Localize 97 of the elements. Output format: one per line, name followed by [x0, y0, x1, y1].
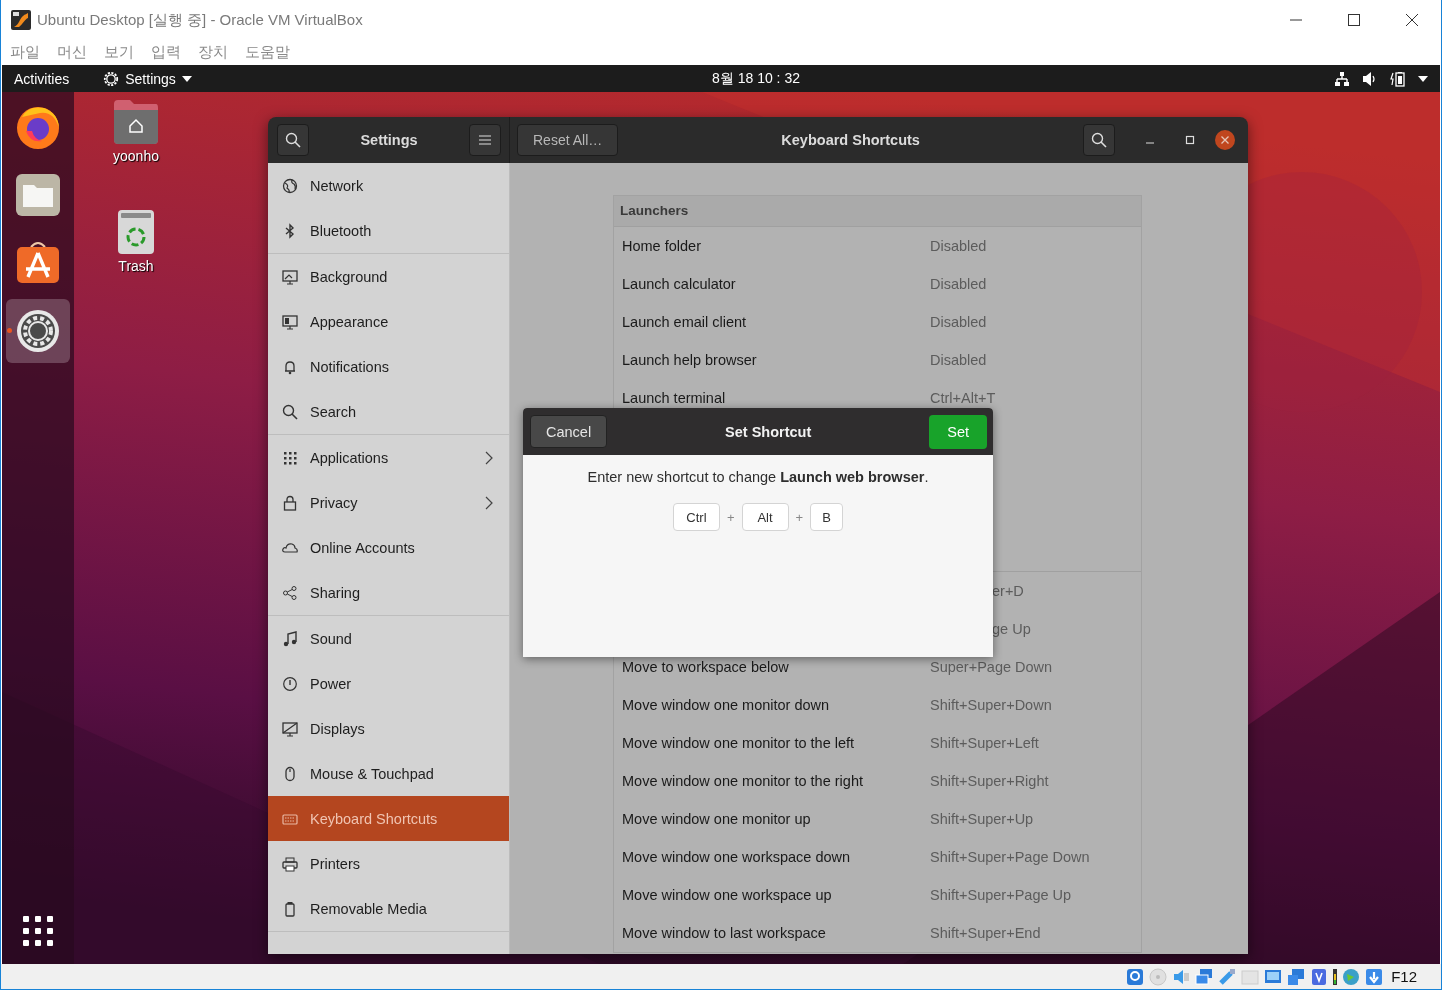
dialog-message: Enter new shortcut to change Launch web browser.	[587, 469, 929, 485]
caret-icon[interactable]	[1418, 75, 1428, 82]
search-icon	[285, 132, 301, 148]
volume-icon[interactable]	[1362, 70, 1378, 87]
menu-item[interactable]: 파일	[10, 43, 40, 62]
monitor-icon	[282, 268, 298, 285]
globe-icon	[282, 177, 298, 194]
shortcut-name[interactable]: Move window one monitor to the left	[622, 735, 930, 751]
running-indicator	[7, 328, 12, 333]
sidebar-item[interactable]: Sharing	[268, 570, 509, 615]
section-header: Launchers	[614, 196, 1141, 227]
sidebar-item[interactable]: Displays	[268, 706, 509, 751]
shortcut-name[interactable]: Launch email client	[622, 314, 930, 330]
drive-icon	[282, 900, 298, 917]
shortcut-name[interactable]: Move window one workspace up	[622, 887, 930, 903]
menu-item[interactable]: 보기	[104, 43, 134, 62]
search-button[interactable]	[1083, 124, 1115, 156]
gear-icon	[14, 307, 62, 355]
chip-icon[interactable]	[1310, 967, 1329, 986]
shortcut-name[interactable]: Move window one monitor up	[622, 811, 930, 827]
app-menu[interactable]: Settings	[103, 70, 192, 87]
plus-sign: +	[795, 509, 804, 525]
reset-button[interactable]: Reset All…	[517, 124, 619, 156]
keycap: Ctrl	[672, 503, 720, 531]
sidebar-item[interactable]: Network	[268, 163, 509, 208]
dock-item[interactable]	[6, 299, 70, 363]
printer-icon	[282, 855, 298, 872]
gear-icon	[103, 70, 120, 87]
search-icon	[1091, 132, 1107, 148]
sidebar-item[interactable]: Printers	[268, 841, 509, 886]
battery-icon[interactable]	[1390, 70, 1406, 87]
power-icon	[282, 675, 298, 692]
meter-icon[interactable]	[1333, 967, 1338, 986]
usb-icon[interactable]	[1218, 967, 1237, 986]
sidebar-item[interactable]: Mouse & Touchpad	[268, 751, 509, 796]
shortcut-name[interactable]: Move window one workspace down	[622, 849, 930, 865]
window-title: Ubuntu Desktop [실행 중] - Oracle VM VirtualBox	[37, 10, 364, 30]
search-button[interactable]	[277, 124, 309, 156]
monitor-icon	[282, 313, 298, 330]
shortcut-name[interactable]: Move window one monitor down	[622, 697, 930, 713]
sidebar-item[interactable]: Privacy	[268, 480, 509, 525]
shortcut-name[interactable]: Launch calculator	[622, 276, 930, 292]
folder-icon[interactable]	[112, 100, 160, 144]
display-icon[interactable]	[1264, 967, 1283, 986]
sidebar-item[interactable]: Background	[268, 254, 509, 299]
window-title: Settings	[359, 132, 419, 148]
maximize-icon[interactable]	[1347, 13, 1361, 27]
icon-label: Trash	[118, 258, 154, 274]
dialog-title: Set Shortcut	[724, 423, 813, 440]
shortcut-name[interactable]: Launch terminal	[622, 390, 930, 406]
app-logo-icon	[11, 10, 31, 30]
app-grid-icon[interactable]	[23, 916, 53, 946]
keycap: B	[810, 503, 844, 531]
sidebar-item[interactable]: Sound	[268, 616, 509, 661]
menu-icon	[479, 135, 491, 145]
clock[interactable]: 8월 18 10 : 32	[712, 70, 800, 88]
mouse-icon	[282, 765, 298, 782]
host-key-label: F12	[1391, 968, 1417, 985]
keycap: Alt	[741, 503, 789, 531]
download-icon[interactable]	[1365, 967, 1384, 986]
close-icon[interactable]	[1405, 13, 1419, 27]
sidebar-item[interactable]: Appearance	[268, 299, 509, 344]
grid-icon	[282, 449, 298, 466]
activities-button[interactable]: Activities	[14, 70, 70, 87]
folder-icon	[14, 171, 62, 219]
plus-sign: +	[726, 509, 735, 525]
shortcut-name[interactable]: Move window one monitor to the right	[622, 773, 930, 789]
caret-icon	[181, 75, 192, 82]
icon-label: yoonho	[113, 148, 159, 164]
display-icon[interactable]	[1287, 967, 1306, 986]
sidebar-item[interactable]: Search	[268, 389, 509, 434]
network-icon[interactable]	[1334, 70, 1350, 87]
page-title: Keyboard Shortcuts	[780, 132, 921, 148]
cancel-button[interactable]: Cancel	[530, 415, 608, 448]
trash-icon[interactable]	[117, 210, 155, 254]
sidebar-item[interactable]: Applications	[268, 435, 509, 480]
sidebar-item[interactable]: Power	[268, 661, 509, 706]
sidebar-item[interactable]: Removable Media	[268, 886, 509, 931]
shortcut-name[interactable]: Launch help browser	[622, 352, 930, 368]
bell-icon	[282, 358, 298, 375]
sidebar-item[interactable]: Notifications	[268, 344, 509, 389]
lock-icon	[282, 494, 298, 511]
menu-button[interactable]	[469, 124, 501, 156]
shortcut-name[interactable]: Home folder	[622, 238, 930, 254]
menu-item[interactable]: 장치	[198, 43, 228, 62]
shortcut-name[interactable]: Move window to last workspace	[622, 925, 930, 941]
monitor-icon	[282, 720, 298, 737]
speaker-icon[interactable]	[1172, 967, 1191, 986]
sidebar-item[interactable]: Bluetooth	[268, 208, 509, 253]
music-note-icon	[282, 630, 298, 647]
menu-item[interactable]: 입력	[151, 43, 181, 62]
share-icon	[282, 584, 298, 601]
close-icon[interactable]	[1215, 130, 1235, 150]
sidebar-item[interactable]: Online Accounts	[268, 525, 509, 570]
shortcut-name[interactable]: Move to workspace below	[622, 659, 930, 675]
menu-item[interactable]: 머신	[57, 43, 87, 62]
search-icon	[282, 403, 298, 420]
